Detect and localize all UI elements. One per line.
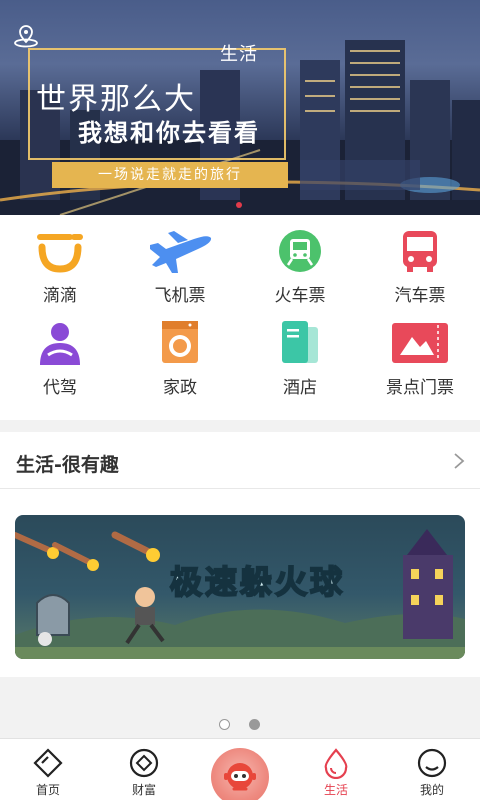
service-label: 汽车票 (394, 286, 446, 306)
train-icon (279, 230, 321, 272)
carousel-pager (0, 715, 480, 733)
wealth-icon (129, 748, 159, 778)
tab-profile[interactable]: 我的 (384, 739, 480, 800)
service-airplane[interactable]: 飞机票 (120, 219, 240, 309)
location-icon[interactable] (12, 24, 40, 48)
tab-label: 我的 (419, 783, 444, 797)
service-grid: 滴滴 飞机票 火车票 汽车票 代驾 家政 酒店 景点门票 (0, 215, 480, 420)
bus-icon (403, 231, 437, 272)
tab-label: 财富 (131, 783, 156, 797)
service-housekeeping[interactable]: 家政 (120, 311, 240, 401)
washing-machine-icon (162, 321, 198, 363)
hotel-icon (282, 321, 318, 363)
service-label: 家政 (163, 378, 197, 398)
airplane-icon (150, 231, 212, 273)
pager-dot[interactable] (219, 719, 230, 730)
service-label: 滴滴 (43, 286, 77, 306)
promo-banner[interactable]: 生活 世界那么大 我想和你去看看 一场说走就走的旅行 (0, 0, 480, 215)
game-title: 极速躲火球 (169, 562, 346, 602)
service-label: 火车票 (274, 286, 326, 306)
life-page: 生活 世界那么大 我想和你去看看 一场说走就走的旅行 滴滴 飞机票 火车票 汽车… (0, 0, 480, 800)
tab-label: 首页 (35, 783, 60, 797)
game-banner[interactable]: 极速躲火球 (15, 515, 465, 659)
tab-label: 生活 (323, 783, 348, 797)
tab-wealth[interactable]: 财富 (96, 739, 192, 800)
service-hotel[interactable]: 酒店 (240, 311, 360, 401)
tab-life[interactable]: 生活 (288, 739, 384, 800)
center-assistant-button[interactable] (211, 748, 269, 800)
service-label: 景点门票 (386, 378, 454, 398)
service-bus[interactable]: 汽车票 (360, 219, 480, 309)
didi-icon (37, 234, 83, 273)
life-fun-section: 生活-很有趣 极速躲火球 (0, 432, 480, 677)
service-train[interactable]: 火车票 (240, 219, 360, 309)
home-icon (33, 748, 63, 778)
service-label: 代驾 (43, 378, 77, 398)
section-header[interactable]: 生活-很有趣 (0, 432, 480, 489)
driver-icon (40, 323, 80, 365)
service-didi[interactable]: 滴滴 (0, 219, 120, 309)
ticket-icon (392, 323, 448, 363)
profile-icon (417, 748, 447, 778)
tab-home[interactable]: 首页 (0, 739, 96, 800)
service-label: 飞机票 (154, 286, 206, 306)
banner-slogan-line2: 我想和你去看看 (78, 119, 260, 147)
service-driver[interactable]: 代驾 (0, 311, 120, 401)
section-title: 生活-很有趣 (16, 454, 119, 476)
chevron-right-icon (454, 453, 465, 469)
service-ticket[interactable]: 景点门票 (360, 311, 480, 401)
pager-dot-active[interactable] (249, 719, 260, 730)
service-label: 酒店 (283, 378, 317, 398)
banner-tagline: 一场说走就走的旅行 (52, 162, 288, 188)
banner-slogan-line1: 世界那么大 (36, 82, 196, 117)
life-drop-icon (324, 748, 348, 779)
banner-title: 生活 (220, 44, 258, 65)
robot-assistant-icon (224, 763, 256, 791)
banner-indicator (236, 202, 242, 208)
